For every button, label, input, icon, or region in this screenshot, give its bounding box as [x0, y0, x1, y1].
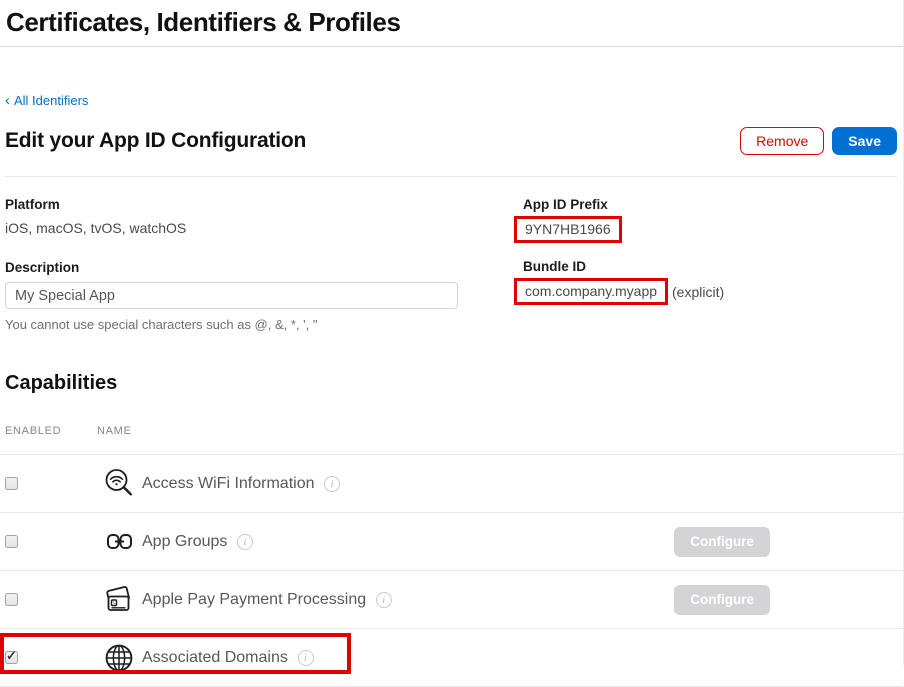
capability-icon-cell: [97, 641, 141, 675]
chevron-left-icon: ‹: [5, 93, 10, 108]
capability-enabled-cell: ✓: [5, 593, 97, 606]
capability-checkbox[interactable]: ✓: [5, 535, 18, 548]
description-helper-text: You cannot use special characters such a…: [5, 317, 458, 332]
description-label: Description: [5, 260, 458, 275]
bundle-id-annotation-box: com.company.myapp: [514, 278, 668, 305]
bundle-id-value: com.company.myapp: [525, 283, 657, 299]
wifi-search-icon: [103, 467, 136, 500]
capabilities-table-header: ENABLED NAME: [0, 425, 903, 455]
bundle-id-suffix: (explicit): [672, 284, 724, 300]
globe-icon: [102, 641, 136, 675]
edit-header: Edit your App ID Configuration Remove Sa…: [5, 127, 897, 177]
capability-icon-cell: [97, 586, 141, 614]
capability-icon-cell: [97, 467, 141, 500]
chain-links-icon: [106, 530, 133, 553]
description-field: Description You cannot use special chara…: [5, 260, 458, 332]
capability-enabled-cell: ✓: [5, 651, 97, 664]
checkmark-icon: ✓: [6, 649, 17, 662]
page-title: Certificates, Identifiers & Profiles: [6, 7, 897, 38]
capability-label: Apple Pay Payment Processing: [142, 591, 366, 609]
capabilities-table: ✓ Access WiFi Information i ✓: [0, 455, 903, 687]
column-header-enabled: ENABLED: [5, 425, 97, 437]
configure-button[interactable]: Configure: [674, 585, 770, 615]
capability-row: ✓ App Groups i Configure: [0, 513, 903, 571]
edit-section-title: Edit your App ID Configuration: [5, 129, 306, 153]
capabilities-title: Capabilities: [5, 372, 903, 395]
info-icon[interactable]: i: [298, 650, 314, 666]
app-id-prefix-label: App ID Prefix: [523, 197, 903, 212]
back-link-label: All Identifiers: [14, 93, 88, 108]
capability-row: ✓ Associated Domains i: [0, 629, 903, 687]
platform-value: iOS, macOS, tvOS, watchOS: [5, 220, 458, 236]
capability-icon-cell: [97, 530, 141, 553]
capability-row: ✓ Apple Pay Payment Processing: [0, 571, 903, 629]
capability-label: Access WiFi Information: [142, 475, 314, 493]
capability-label: App Groups: [142, 533, 227, 551]
capability-checkbox[interactable]: ✓: [5, 651, 18, 664]
app-id-form: Platform iOS, macOS, tvOS, watchOS Descr…: [5, 197, 903, 332]
payment-cards-icon: [104, 586, 135, 614]
capability-checkbox[interactable]: ✓: [5, 593, 18, 606]
app-id-prefix-annotation-box: 9YN7HB1966: [514, 216, 622, 243]
app-id-prefix-field: App ID Prefix 9YN7HB1966: [523, 197, 903, 243]
back-link-all-identifiers[interactable]: ‹ All Identifiers: [5, 93, 88, 108]
save-button[interactable]: Save: [832, 127, 897, 155]
bundle-id-line: com.company.myapp (explicit): [523, 278, 903, 305]
form-right-column: App ID Prefix 9YN7HB1966 Bundle ID com.c…: [523, 197, 903, 332]
capability-row: ✓ Access WiFi Information i: [0, 455, 903, 513]
configure-button[interactable]: Configure: [674, 527, 770, 557]
info-icon[interactable]: i: [237, 534, 253, 550]
description-input[interactable]: [5, 282, 458, 309]
capability-label: Associated Domains: [142, 649, 288, 667]
app-id-prefix-value: 9YN7HB1966: [525, 221, 611, 237]
column-header-name: NAME: [97, 425, 132, 437]
capability-enabled-cell: ✓: [5, 477, 97, 490]
platform-field: Platform iOS, macOS, tvOS, watchOS: [5, 197, 458, 236]
capability-checkbox[interactable]: ✓: [5, 477, 18, 490]
app-id-config-page: { "page": { "title": "Certificates, Iden…: [0, 0, 904, 665]
capability-enabled-cell: ✓: [5, 535, 97, 548]
bundle-id-label: Bundle ID: [523, 259, 903, 274]
info-icon[interactable]: i: [376, 592, 392, 608]
edit-actions: Remove Save: [740, 127, 897, 155]
form-left-column: Platform iOS, macOS, tvOS, watchOS Descr…: [5, 197, 458, 332]
remove-button[interactable]: Remove: [740, 127, 824, 155]
info-icon[interactable]: i: [324, 476, 340, 492]
bundle-id-field: Bundle ID com.company.myapp (explicit): [523, 259, 903, 305]
page-header: Certificates, Identifiers & Profiles: [0, 0, 903, 47]
platform-label: Platform: [5, 197, 458, 212]
